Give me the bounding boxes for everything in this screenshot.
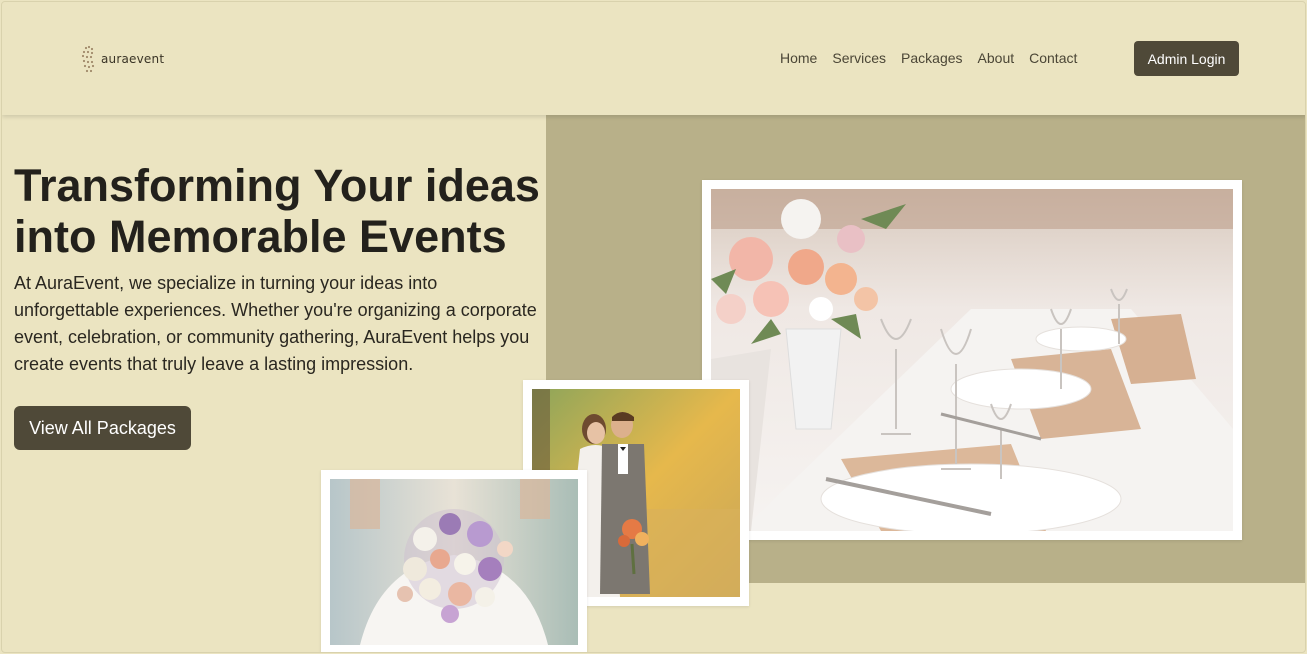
admin-login-button[interactable]: Admin Login [1134, 41, 1239, 76]
brand-logo[interactable]: auraevent [80, 44, 164, 74]
brand-name: auraevent [101, 52, 165, 66]
banquet-table-image [711, 189, 1233, 531]
nav-home[interactable]: Home [780, 50, 817, 66]
main-nav: Home Services Packages About Contact [780, 50, 1092, 66]
view-packages-button[interactable]: View All Packages [14, 406, 191, 450]
bridal-bouquet-image [330, 479, 578, 645]
hero-title: Transforming Your ideas into Memorable E… [14, 160, 540, 262]
nav-about[interactable]: About [978, 50, 1015, 66]
site-header: auraevent Home Services Packages About C… [2, 2, 1305, 115]
hero-description: At AuraEvent, we specialize in turning y… [14, 273, 537, 374]
page-frame: auraevent Home Services Packages About C… [1, 1, 1306, 653]
bridal-bouquet-photo [321, 470, 587, 652]
logo-icon [81, 45, 95, 73]
nav-contact[interactable]: Contact [1029, 50, 1077, 66]
banquet-table-photo [702, 180, 1242, 540]
nav-services[interactable]: Services [832, 50, 886, 66]
nav-packages[interactable]: Packages [901, 50, 962, 66]
